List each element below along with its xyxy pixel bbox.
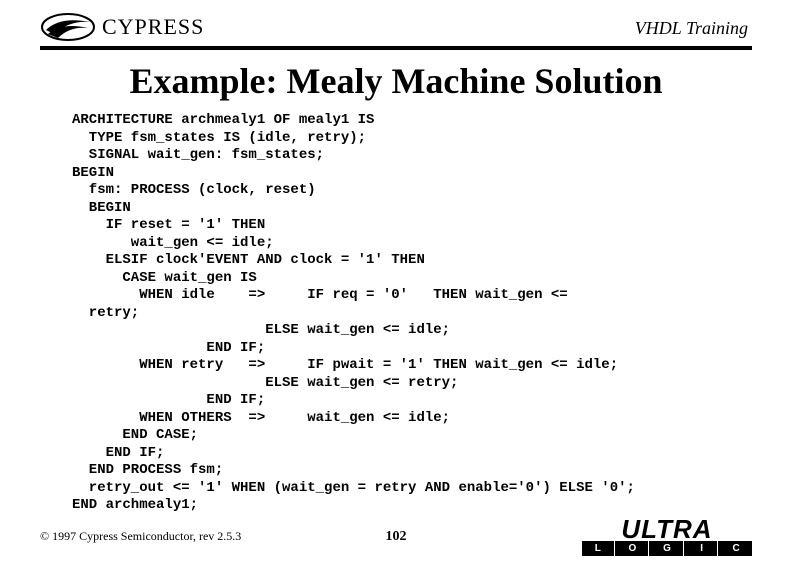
slide-title: Example: Mealy Machine Solution (40, 60, 752, 102)
logic-letter: I (686, 541, 719, 556)
copyright-text: © 1997 Cypress Semiconductor, rev 2.5.3 (40, 529, 241, 544)
logic-letter: G (651, 541, 684, 556)
page-number: 102 (386, 529, 407, 545)
slide-footer: © 1997 Cypress Semiconductor, rev 2.5.3 … (0, 518, 792, 556)
logic-letter: O (617, 541, 650, 556)
cypress-swoosh-icon (40, 12, 96, 42)
header-rule (40, 46, 752, 50)
logic-letter: L (582, 541, 615, 556)
logic-letter: C (720, 541, 752, 556)
course-title: VHDL Training (635, 18, 748, 39)
ultra-logic-logo: ULTRA L O G I C (582, 518, 752, 556)
ultra-word: ULTRA (582, 518, 752, 541)
code-block: ARCHITECTURE archmealy1 OF mealy1 IS TYP… (72, 112, 732, 515)
brand-name: CYPRESS (102, 14, 204, 40)
slide-header: CYPRESS VHDL Training (0, 0, 792, 42)
logic-word: L O G I C (582, 541, 752, 556)
